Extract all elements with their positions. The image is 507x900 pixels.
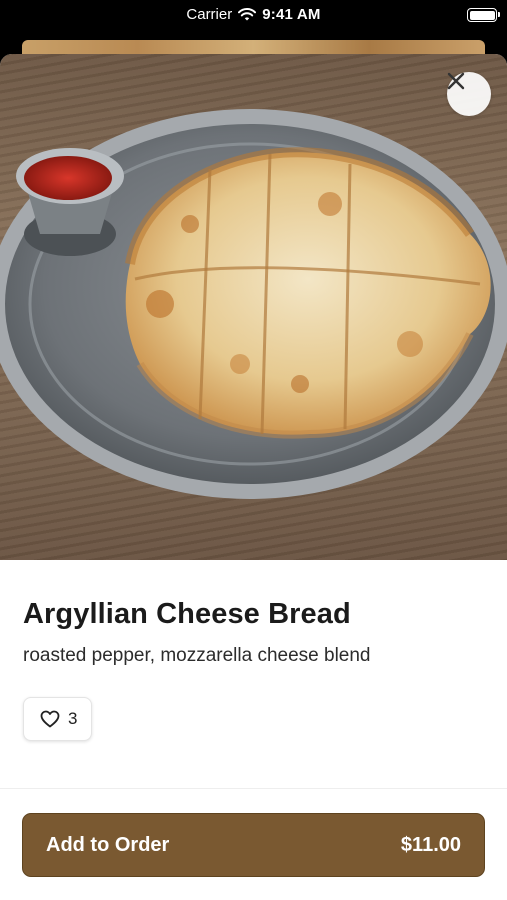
item-description: roasted pepper, mozzarella cheese blend [23,645,371,666]
add-to-order-button[interactable]: Add to Order $11.00 [22,813,485,877]
add-to-order-label: Add to Order [46,833,170,856]
clock-label: 9:41 AM [262,6,321,23]
like-button[interactable]: 3 [23,697,93,741]
close-button[interactable] [447,72,491,116]
like-count: 3 [68,709,78,728]
item-photo [0,54,507,560]
close-icon [447,72,465,90]
battery-icon [467,8,500,22]
cheese-bread-photo-icon [0,109,507,499]
carrier-label: Carrier [186,6,233,23]
status-bar: Carrier 9:41 AM [0,0,507,30]
price-label: $11.00 [400,833,461,856]
item-title: Argyllian Cheese Bread [23,598,351,630]
item-detail-sheet: Argyllian Cheese Bread roasted pepper, m… [0,54,507,900]
heart-icon [40,710,60,728]
wifi-icon [238,7,257,22]
order-footer: Add to Order $11.00 [0,788,507,900]
item-details: Argyllian Cheese Bread roasted pepper, m… [0,560,507,741]
